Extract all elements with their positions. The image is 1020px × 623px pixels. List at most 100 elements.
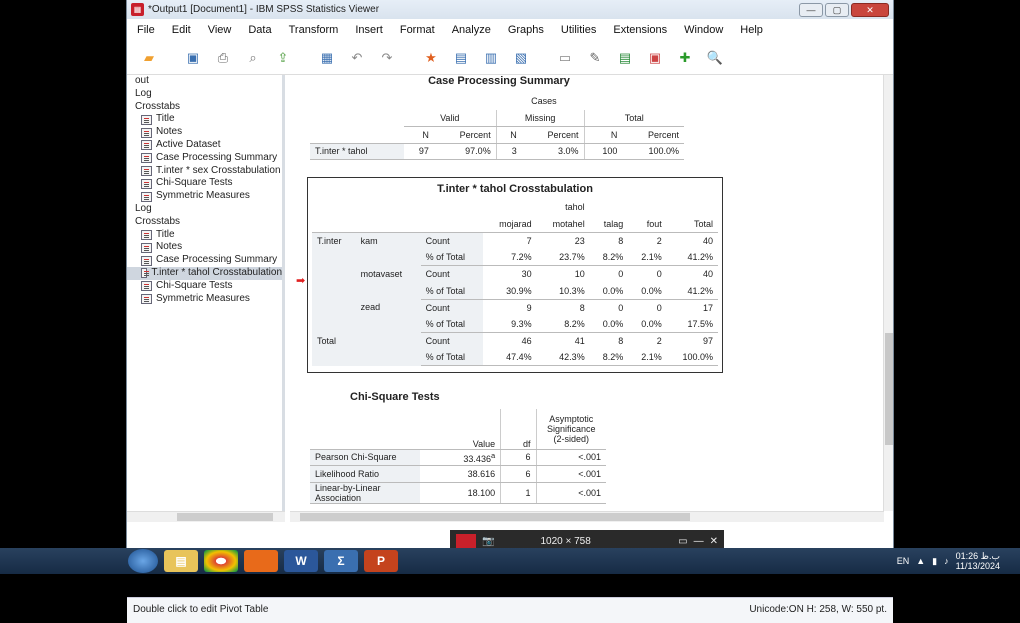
print-preview-icon[interactable]: ⌕ xyxy=(241,46,265,70)
outline-hscrollbar[interactable] xyxy=(127,511,285,522)
redo-icon[interactable]: ↷ xyxy=(375,46,399,70)
data-cell: 40 xyxy=(702,269,713,280)
variables-icon[interactable]: ▥ xyxy=(479,46,503,70)
menu-file[interactable]: File xyxy=(137,24,155,36)
chi-sig: <.001 xyxy=(535,449,606,467)
case-processing-summary[interactable]: Case Processing Summary Cases Valid Miss… xyxy=(310,75,690,161)
network-icon[interactable]: ▮ xyxy=(932,556,937,567)
insert-heading-icon[interactable]: ▤ xyxy=(613,46,637,70)
camera-icon[interactable]: 📷 xyxy=(482,536,494,547)
powerpoint-icon[interactable]: P xyxy=(364,550,398,572)
outline-item[interactable]: Active Dataset xyxy=(127,139,282,152)
menu-help[interactable]: Help xyxy=(740,24,763,36)
outline-item[interactable]: Title xyxy=(127,113,282,126)
open-folder-icon[interactable]: ▰ xyxy=(137,46,161,70)
export-icon[interactable]: ⇪ xyxy=(271,46,295,70)
undo-icon[interactable]: ↶ xyxy=(345,46,369,70)
stat-label: Count xyxy=(420,299,483,316)
language-indicator[interactable]: EN xyxy=(897,556,910,566)
menu-extensions[interactable]: Extensions xyxy=(613,24,667,36)
file-explorer-icon[interactable]: ▤ xyxy=(164,550,198,572)
crosstab-pivot-table[interactable]: T.inter * tahol Crosstabulation tahol moj… xyxy=(307,177,723,373)
start-button[interactable] xyxy=(128,549,158,573)
outline-item[interactable]: Title xyxy=(127,229,282,242)
close-button[interactable]: ✕ xyxy=(851,2,889,17)
insert-output-icon[interactable]: ✎ xyxy=(583,46,607,70)
promote-icon[interactable]: ▣ xyxy=(643,46,667,70)
output-item-icon xyxy=(141,229,152,240)
outline-item[interactable]: Notes xyxy=(127,241,282,254)
outline-item[interactable]: Log xyxy=(127,88,282,101)
row-category-label xyxy=(355,315,421,333)
menu-format[interactable]: Format xyxy=(400,24,435,36)
add-icon[interactable]: ✚ xyxy=(673,46,697,70)
menu-data[interactable]: Data xyxy=(248,24,271,36)
chrome-icon[interactable] xyxy=(204,550,238,572)
tray-up-icon[interactable]: ▲ xyxy=(916,556,925,566)
data-cell: 2 xyxy=(656,336,662,347)
outline-item[interactable]: Log xyxy=(127,203,282,216)
spss-taskbar-icon[interactable]: Σ xyxy=(324,550,358,572)
outline-item[interactable]: Chi-Square Tests xyxy=(127,177,282,190)
select-cases-icon[interactable]: ▧ xyxy=(509,46,533,70)
outline-item[interactable]: Case Processing Summary xyxy=(127,152,282,165)
chi-square-tests[interactable]: Chi-Square Tests Value df Asymptotic Signi… xyxy=(310,391,610,504)
vertical-scrollbar[interactable] xyxy=(883,75,893,511)
overlay-window-icon[interactable]: ▭ xyxy=(678,536,687,547)
outline-item[interactable]: Notes xyxy=(127,126,282,139)
data-cell: 7.2% xyxy=(482,249,537,267)
maximize-button[interactable]: ▢ xyxy=(825,2,849,17)
search-icon[interactable]: 🔍 xyxy=(703,46,727,70)
overlay-minimize-icon[interactable]: — xyxy=(694,536,704,547)
chi-row-label: Likelihood Ratio xyxy=(310,465,420,483)
outline-item[interactable]: out xyxy=(127,75,282,88)
stat-label: Count xyxy=(420,265,483,283)
volume-icon[interactable]: ♪ xyxy=(944,556,949,566)
outline-item[interactable]: T.inter * tahol Crosstabulation xyxy=(127,266,282,280)
outline-item[interactable]: Case Processing Summary xyxy=(127,254,282,267)
menu-window[interactable]: Window xyxy=(684,24,723,36)
toolbar-separator xyxy=(539,46,547,70)
data-cell: 2.1% xyxy=(628,249,667,267)
firefox-icon[interactable] xyxy=(244,550,278,572)
menu-insert[interactable]: Insert xyxy=(355,24,383,36)
menu-view[interactable]: View xyxy=(208,24,232,36)
menu-edit[interactable]: Edit xyxy=(172,24,191,36)
outline-item[interactable]: Crosstabs xyxy=(127,101,282,114)
minimize-button[interactable]: — xyxy=(799,2,823,17)
dialog-recall-icon[interactable]: ▦ xyxy=(315,46,339,70)
outline-item[interactable]: Symmetric Measures xyxy=(127,293,282,306)
print-icon[interactable]: ⎙ xyxy=(211,46,235,70)
current-item-arrow-icon: ➡ xyxy=(296,275,306,287)
data-cell: 47.4% xyxy=(482,349,537,367)
word-icon[interactable]: W xyxy=(284,550,318,572)
goto-case-icon[interactable]: ▤ xyxy=(449,46,473,70)
toolbar-separator xyxy=(405,46,413,70)
menu-utilities[interactable]: Utilities xyxy=(561,24,596,36)
menu-analyze[interactable]: Analyze xyxy=(452,24,491,36)
outline-item[interactable]: Chi-Square Tests xyxy=(127,280,282,293)
cps-table: Cases Valid Missing Total N Percent N Pe… xyxy=(310,93,684,161)
stat-label: % of Total xyxy=(420,282,483,300)
row-var-label xyxy=(312,265,356,283)
horizontal-scrollbar[interactable] xyxy=(290,511,884,522)
table-row: Pearson Chi-Square 33.436a 6 <.001 xyxy=(310,449,606,467)
outline-item[interactable]: Crosstabs xyxy=(127,216,282,229)
outline-hscroll-thumb[interactable] xyxy=(177,513,273,521)
outline-item[interactable]: Symmetric Measures xyxy=(127,190,282,203)
data-cell: 0.0% xyxy=(589,315,629,333)
clock[interactable]: 01:26 ب.ظ 11/13/2024 xyxy=(956,551,1000,571)
hscroll-thumb[interactable] xyxy=(300,513,690,521)
menu-graphs[interactable]: Graphs xyxy=(508,24,544,36)
vscroll-thumb[interactable] xyxy=(885,333,893,445)
save-icon[interactable]: ▣ xyxy=(181,46,205,70)
column-header: talag xyxy=(589,215,629,233)
designate-window-icon[interactable]: ▭ xyxy=(553,46,577,70)
record-icon[interactable] xyxy=(456,534,476,548)
goto-data-icon[interactable]: ★ xyxy=(419,46,443,70)
menu-transform[interactable]: Transform xyxy=(289,24,339,36)
data-cell: 100.0% xyxy=(666,349,718,367)
table-row: motavaset Count 30 10 0 0 40 xyxy=(312,265,718,283)
outline-item[interactable]: T.inter * sex Crosstabulation xyxy=(127,165,282,178)
overlay-close-icon[interactable]: ✕ xyxy=(710,536,718,547)
